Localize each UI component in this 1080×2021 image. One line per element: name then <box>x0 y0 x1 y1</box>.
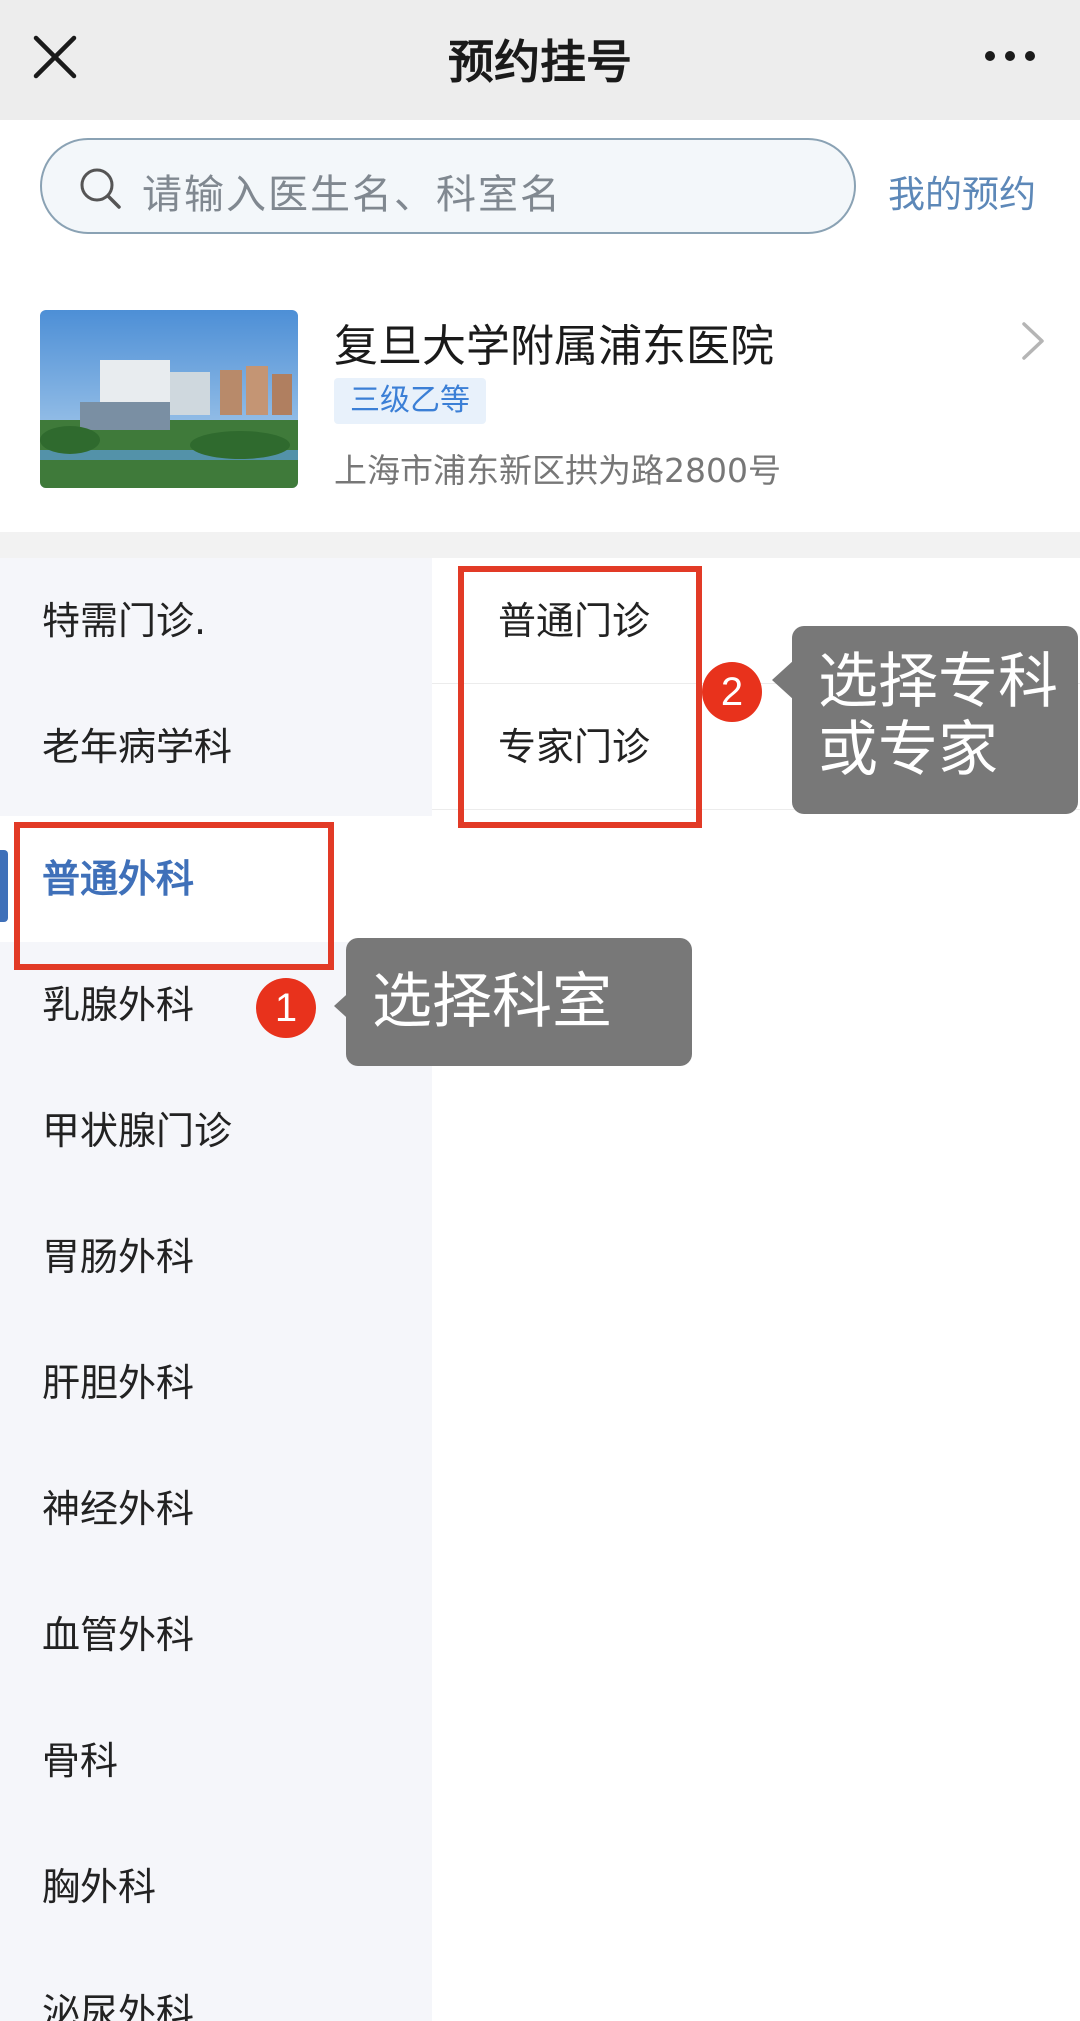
search-row: 请输入医生名、科室名 我的预约 <box>0 120 1080 270</box>
search-input[interactable]: 请输入医生名、科室名 <box>40 138 856 234</box>
hospital-name: 复旦大学附属浦东医院 <box>334 321 774 372</box>
dept-item-hepatobiliary[interactable]: 肝胆外科 <box>0 1320 432 1446</box>
top-bar: 预约挂号 <box>0 0 1080 120</box>
dept-item-geriatrics[interactable]: 老年病学科 <box>0 684 432 810</box>
page-title: 预约挂号 <box>448 35 632 89</box>
step-1-badge: 1 <box>256 978 316 1038</box>
dept-item-vascular[interactable]: 血管外科 <box>0 1572 432 1698</box>
dept-item-orthopedics[interactable]: 骨科 <box>0 1698 432 1824</box>
callout-arrow-2 <box>772 660 794 700</box>
step-2-badge: 2 <box>702 662 762 722</box>
my-appointments-link[interactable]: 我的预约 <box>888 164 1036 218</box>
callout-step-1: 选择科室 <box>346 938 692 1066</box>
dept-item-neurosurgery[interactable]: 神经外科 <box>0 1446 432 1572</box>
section-divider <box>0 532 1080 558</box>
dept-item-thoracic[interactable]: 胸外科 <box>0 1824 432 1950</box>
highlight-box-clinics <box>458 566 702 828</box>
hospital-photo <box>40 310 298 488</box>
dept-item-gastro-surgery[interactable]: 胃肠外科 <box>0 1194 432 1320</box>
callout-step-2-line-2: 或专家 <box>818 715 998 785</box>
callout-step-2: 选择专科 或专家 <box>792 626 1078 814</box>
grade-badge: 三级乙等 <box>334 378 486 424</box>
search-placeholder: 请输入医生名、科室名 <box>142 172 562 218</box>
hospital-card[interactable]: 复旦大学附属浦东医院 三级乙等 上海市浦东新区拱为路2800号 <box>0 270 1080 532</box>
hospital-address: 上海市浦东新区拱为路2800号 <box>334 451 781 490</box>
highlight-box-department <box>14 822 334 970</box>
more-dots-icon[interactable] <box>980 36 1040 76</box>
department-sidebar: 特需门诊. 老年病学科 普通外科 乳腺外科 甲状腺门诊 胃肠外科 肝胆外科 神经… <box>0 558 432 2021</box>
chevron-right-icon[interactable] <box>1018 316 1048 366</box>
dept-item-thyroid[interactable]: 甲状腺门诊 <box>0 1068 432 1194</box>
dept-item-urology[interactable]: 泌尿外科 <box>0 1950 432 2021</box>
dept-item-te-xu[interactable]: 特需门诊. <box>0 558 432 684</box>
active-indicator <box>0 850 8 922</box>
search-icon <box>78 166 122 210</box>
callout-step-2-line-1: 选择专科 <box>818 647 1058 717</box>
